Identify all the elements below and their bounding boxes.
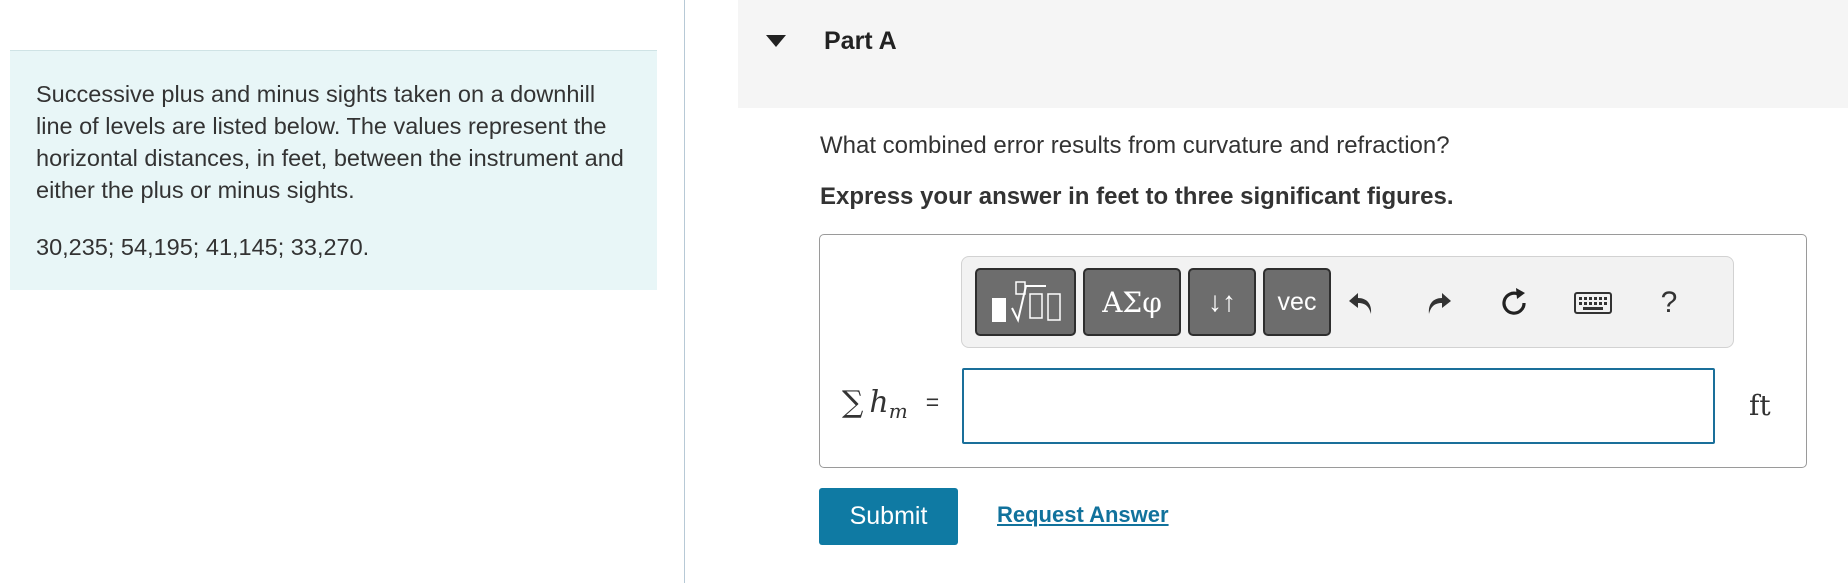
help-button[interactable]: ? — [1649, 283, 1689, 323]
keyboard-icon — [1574, 292, 1612, 314]
answer-box: ΑΣφ ↓↑ vec ? ∑ h m = ft — [819, 234, 1807, 468]
problem-values: 30,235; 54,195; 41,145; 33,270. — [36, 234, 370, 260]
part-header[interactable]: Part A — [738, 0, 1848, 108]
math-toolbar: ΑΣφ ↓↑ vec ? — [961, 256, 1734, 348]
unit-label: ft — [1749, 389, 1771, 422]
problem-panel: Successive plus and minus sights taken o… — [10, 50, 657, 290]
templates-icon — [991, 281, 1061, 323]
answer-input[interactable] — [962, 368, 1715, 444]
instruction-text: Express your answer in feet to three sig… — [820, 183, 1454, 210]
equals-sign: = — [925, 389, 940, 415]
keyboard-button[interactable] — [1573, 283, 1613, 323]
sigma-symbol: ∑ — [842, 385, 864, 420]
problem-statement: Successive plus and minus sights taken o… — [36, 81, 624, 203]
arrows-button[interactable]: ↓↑ — [1188, 268, 1256, 336]
variable-h: h — [869, 385, 889, 420]
redo-button[interactable] — [1418, 283, 1458, 323]
reset-icon — [1502, 288, 1526, 315]
greek-symbols-button[interactable]: ΑΣφ — [1083, 268, 1181, 336]
undo-icon — [1349, 293, 1372, 314]
vector-button[interactable]: vec — [1263, 268, 1331, 336]
templates-button[interactable] — [975, 268, 1076, 336]
reset-button[interactable] — [1494, 283, 1534, 323]
answer-label: ∑ h m = — [842, 385, 940, 423]
variable-subscript: m — [888, 398, 908, 423]
submit-button[interactable]: Submit — [819, 488, 958, 545]
caret-down-icon[interactable] — [766, 35, 786, 47]
part-title: Part A — [824, 27, 897, 55]
request-answer-link[interactable]: Request Answer — [997, 502, 1169, 528]
redo-icon — [1428, 293, 1451, 314]
column-divider — [684, 0, 685, 583]
undo-button[interactable] — [1342, 283, 1382, 323]
question-text: What combined error results from curvatu… — [820, 132, 1450, 159]
